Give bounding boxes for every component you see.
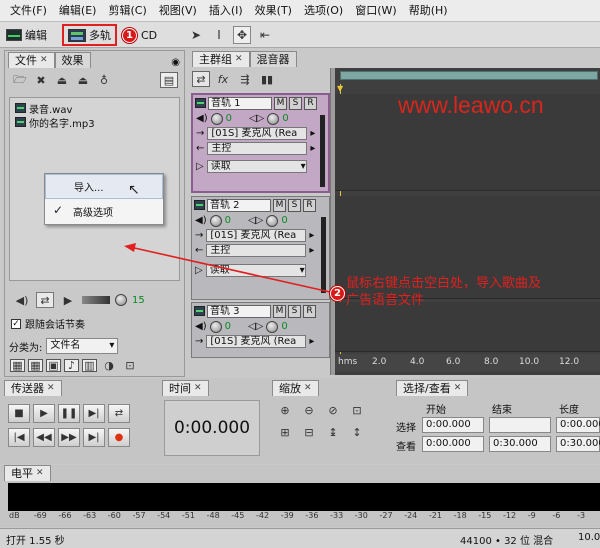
selection-length-field[interactable]: 0:00.000 [556,417,600,433]
level-scale-label: -63 [83,511,97,520]
status-bar: 打开 1.55 秒 44100 • 32 位 混合 10.0 [0,528,600,548]
column-header: 长度 [559,405,579,416]
column-header: 结束 [492,405,512,416]
zoom-out-horizontal-icon[interactable]: ⊖ [300,402,318,418]
transport-title: 传送器 [11,382,44,395]
close-icon[interactable]: ✕ [454,381,462,396]
tab-level[interactable]: 电平 ✕ [4,465,51,481]
go-to-end-button[interactable]: ▶| [83,428,105,447]
level-scale-label: dB [9,511,20,520]
level-scale-label: -42 [256,511,270,520]
close-icon[interactable]: ✕ [194,381,202,396]
level-title: 电平 [11,467,33,480]
zoom-in-horizontal-icon[interactable]: ⊕ [276,402,294,418]
level-scale-label: -9 [527,511,536,520]
selection-view-title: 选择/查看 [403,382,451,395]
column-header: 开始 [426,405,446,416]
zoom-to-selection-icon[interactable]: ⊡ [348,402,366,418]
zoom-out-full-icon[interactable]: ⊘ [324,402,342,418]
time-display: 0:00.000 [164,400,260,456]
level-scale-label: -27 [379,511,393,520]
zoom-row-2: ⊞ ⊟ ↨ ↕ [276,424,390,440]
level-scale-label: -33 [330,511,344,520]
play-button[interactable]: ▶ [33,404,55,423]
selection-view-panel: 选择/查看✕ 开始 结束 长度 选择 0:00.000 0:00.000 查看 … [396,380,600,462]
level-scale-label: -48 [206,511,220,520]
step-badge-2: 2 [330,286,345,301]
close-icon[interactable]: ✕ [304,381,312,396]
level-scale-label: -69 [33,511,47,520]
zoom-right-edge-icon[interactable]: ⊟ [300,424,318,440]
zoom-row-1: ⊕ ⊖ ⊘ ⊡ [276,402,390,418]
level-scale-label: -12 [503,511,517,520]
time-panel: 时间 ✕ 0:00.000 [162,380,264,462]
time-title: 时间 [169,382,191,395]
row-label: 选择 [396,423,416,434]
level-scale-label: -45 [231,511,245,520]
go-to-start-button[interactable]: |◀ [8,428,30,447]
level-scale-label: -39 [280,511,294,520]
level-scale-label: -3 [577,511,586,520]
tab-selection-view[interactable]: 选择/查看 ✕ [396,380,469,396]
level-scale-label: -30 [354,511,368,520]
zoom-out-vertical-icon[interactable]: ↕ [348,424,366,440]
stop-button[interactable]: ■ [8,404,30,423]
view-end-field[interactable]: 0:30.000 [489,436,551,452]
level-scale-label: -60 [107,511,121,520]
close-icon[interactable]: ✕ [47,381,55,396]
status-format: 44100 • 32 位 混合 [460,536,554,547]
zoom-panel: 缩放 ✕ ⊕ ⊖ ⊘ ⊡ ⊞ ⊟ ↨ ↕ [272,380,390,462]
tab-zoom[interactable]: 缩放 ✕ [272,380,319,396]
transport-panel: 传送器 ✕ ■ ▶ ❚❚ ▶| ⇄ |◀ ◀◀ ▶▶ ▶| ● [4,380,154,462]
zoom-title: 缩放 [279,382,301,395]
status-extra: 10.0 [578,532,600,543]
level-scale-label: -6 [552,511,561,520]
row-label: 查看 [396,442,416,453]
play-from-cursor-button[interactable]: ▶| [83,404,105,423]
level-scale-label: -54 [157,511,171,520]
level-scale-label: -36 [305,511,319,520]
selection-start-field[interactable]: 0:00.000 [422,417,484,433]
fast-forward-button[interactable]: ▶▶ [58,428,80,447]
pause-button[interactable]: ❚❚ [58,404,80,423]
level-scale-label: -66 [58,511,72,520]
annotation-text: 鼠标右键点击空白处，导入歌曲及广告语音文件 [346,276,542,308]
bottom-panels: 传送器 ✕ ■ ▶ ❚❚ ▶| ⇄ |◀ ◀◀ ▶▶ ▶| ● 时间 ✕ 0:00.… [0,378,600,464]
status-open-time: 打开 1.55 秒 [6,536,65,547]
level-scale-label: -57 [132,511,146,520]
zoom-left-edge-icon[interactable]: ⊞ [276,424,294,440]
tab-transport[interactable]: 传送器 ✕ [4,380,62,396]
selection-end-field[interactable] [489,417,551,433]
record-button[interactable]: ● [108,428,130,447]
level-meter-display [8,483,600,511]
level-scale-label: -15 [478,511,492,520]
loop-button[interactable]: ⇄ [108,404,130,423]
level-scale-label: -51 [181,511,195,520]
level-scale-label: -21 [428,511,442,520]
rewind-button[interactable]: ◀◀ [33,428,55,447]
transport-row-1: ■ ▶ ❚❚ ▶| ⇄ [8,404,154,423]
level-scale-label: -18 [453,511,467,520]
level-scale-label: -24 [404,511,418,520]
tab-time[interactable]: 时间 ✕ [162,380,209,396]
view-length-field[interactable]: 0:30.000 [556,436,600,452]
transport-row-2: |◀ ◀◀ ▶▶ ▶| ● [8,428,154,447]
view-start-field[interactable]: 0:00.000 [422,436,484,452]
zoom-in-vertical-icon[interactable]: ↨ [324,424,342,440]
close-icon[interactable]: ✕ [36,466,44,481]
